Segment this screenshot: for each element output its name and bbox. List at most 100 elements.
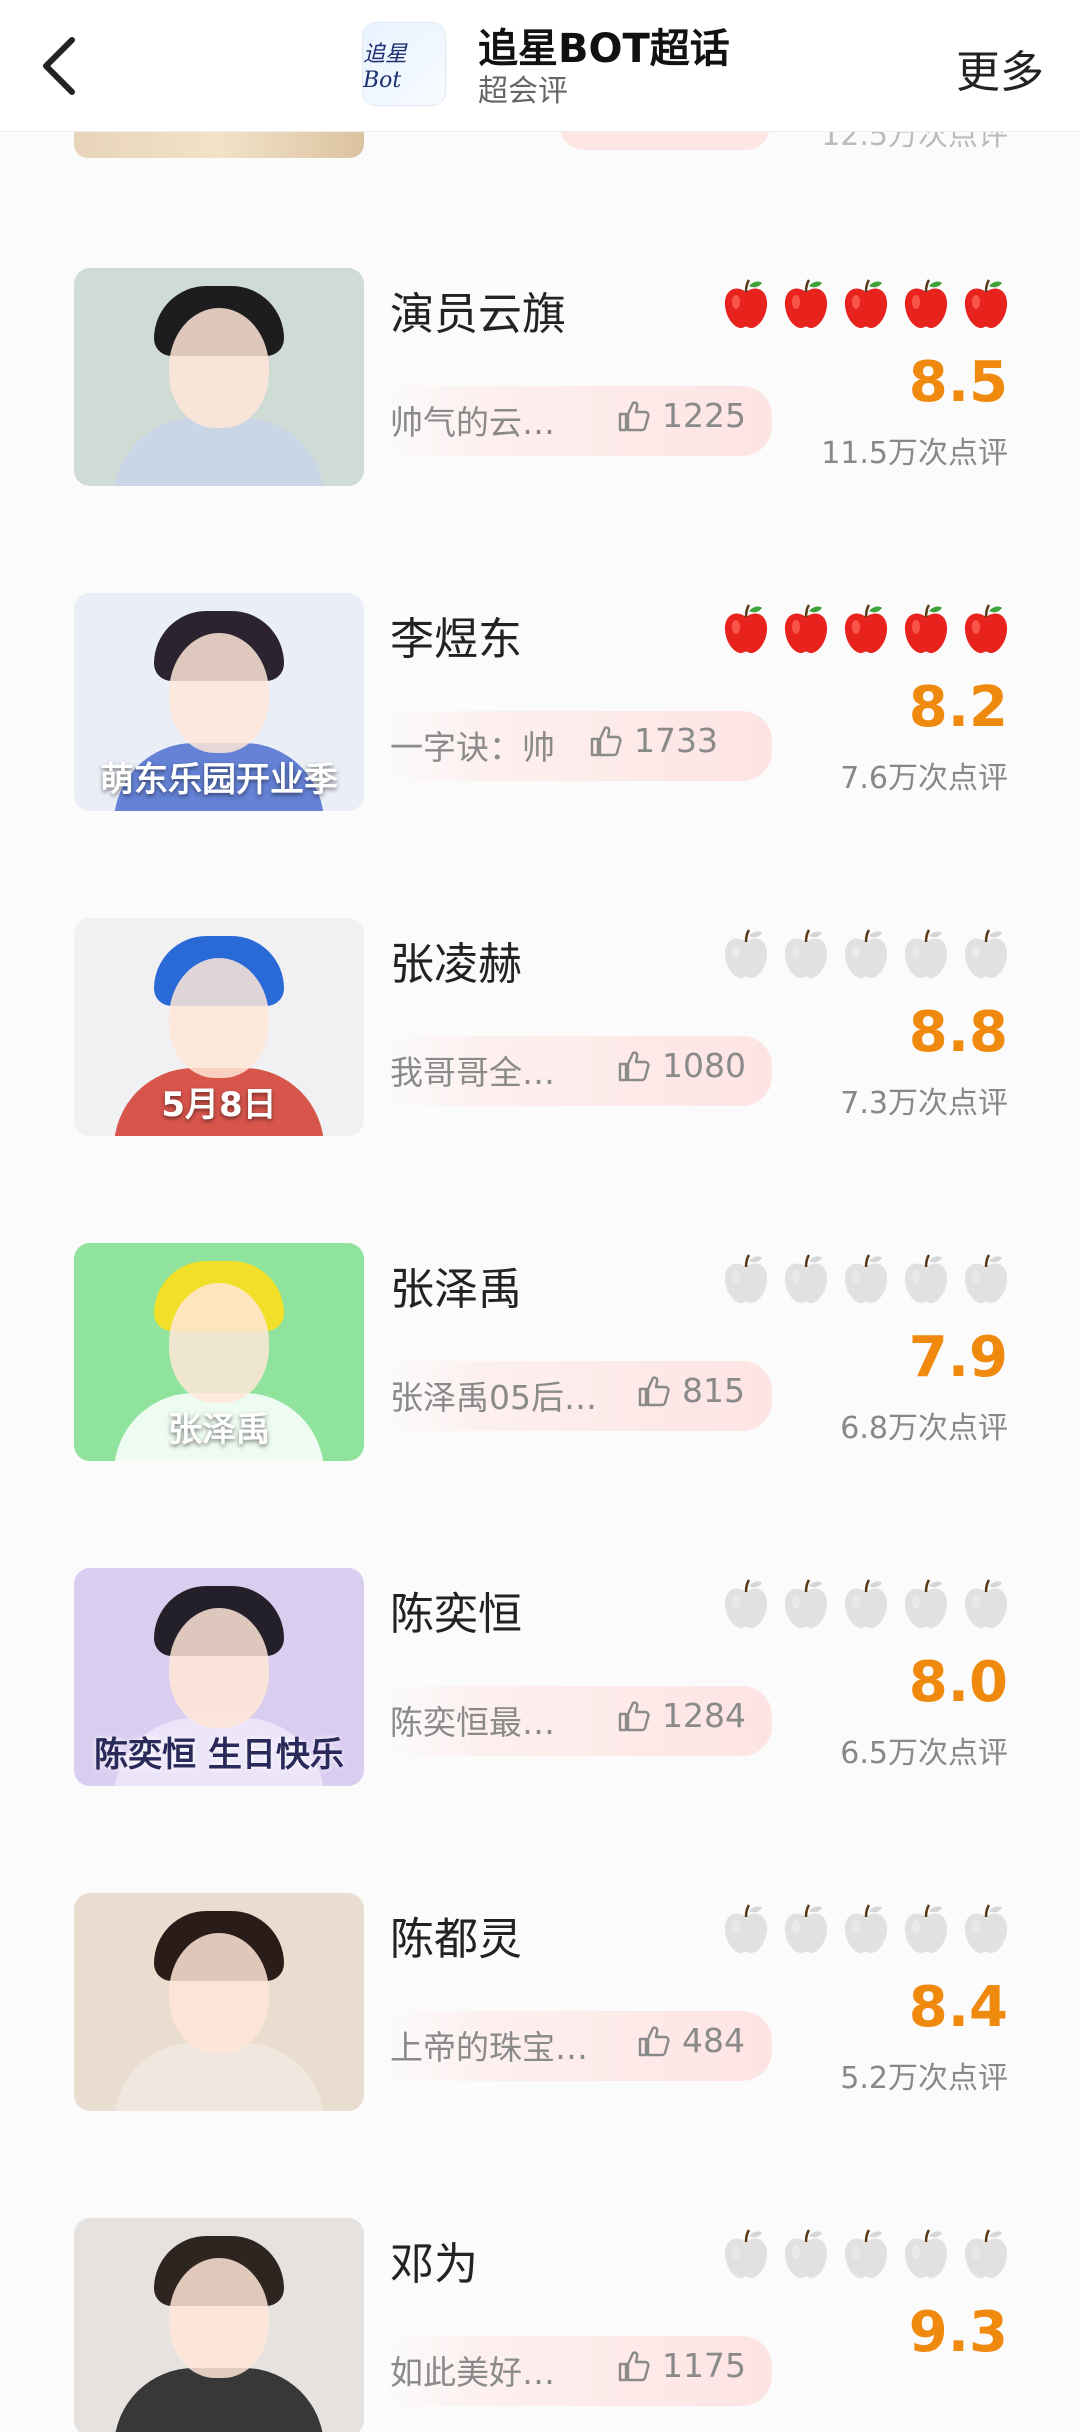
apple-filled-icon[interactable] — [842, 603, 890, 655]
thumbs-up-icon[interactable] — [634, 2022, 672, 2060]
rating-score: 8.2 — [908, 675, 1008, 740]
apple-empty-icon[interactable] — [722, 928, 770, 980]
like-group[interactable]: 815 — [634, 1371, 745, 1410]
apple-empty-icon[interactable] — [782, 1903, 830, 1955]
apple-rating[interactable] — [722, 2228, 1010, 2280]
back-button[interactable] — [30, 30, 90, 102]
more-button[interactable]: 更多 — [956, 36, 1044, 100]
rating-score: 8.5 — [908, 350, 1008, 415]
portrait-face — [169, 1283, 269, 1403]
apple-rating[interactable] — [722, 1578, 1010, 1630]
thumbs-up-icon[interactable] — [634, 1372, 672, 1410]
top-review-text: 帅气的云… — [390, 403, 555, 442]
review-count: 7.3万次点评 — [840, 1086, 1008, 1121]
apple-empty-icon[interactable] — [902, 2228, 950, 2280]
apple-empty-icon[interactable] — [902, 1253, 950, 1305]
apple-empty-icon[interactable] — [962, 1253, 1010, 1305]
apple-empty-icon[interactable] — [962, 2228, 1010, 2280]
list-item[interactable]: 萌东乐园开业季 李煜东 一字诀：帅 1733 8.2 7.6万次点评 — [0, 593, 1080, 813]
apple-empty-icon[interactable] — [782, 1253, 830, 1305]
list-item[interactable]: 演员云旗 帅气的云… 1225 8.5 11.5万次点评 — [0, 268, 1080, 488]
top-review-text: 陈奕恒最… — [390, 1703, 555, 1742]
celebrity-name: 张泽禹 — [390, 1264, 522, 1315]
thumbnail-image — [74, 268, 364, 486]
thumbs-up-icon[interactable] — [614, 397, 652, 435]
apple-empty-icon[interactable] — [782, 1578, 830, 1630]
apple-rating[interactable] — [722, 928, 1010, 980]
review-count: 5.2万次点评 — [840, 2061, 1008, 2096]
apple-rating[interactable] — [722, 278, 1010, 330]
like-group[interactable]: 1284 — [614, 1696, 746, 1735]
portrait-face — [169, 633, 269, 753]
apple-empty-icon[interactable] — [842, 928, 890, 980]
rating-score: 8.8 — [908, 1000, 1008, 1065]
apple-rating[interactable] — [722, 603, 1010, 655]
apple-rating[interactable] — [722, 1253, 1010, 1305]
portrait-face — [169, 308, 269, 428]
apple-filled-icon[interactable] — [962, 603, 1010, 655]
thumbs-up-icon[interactable] — [614, 1047, 652, 1085]
apple-empty-icon[interactable] — [902, 928, 950, 980]
portrait-face — [169, 1608, 269, 1728]
top-bar: 追星Bot 追星BOT超话 超会评 更多 — [0, 0, 1080, 132]
apple-empty-icon[interactable] — [842, 1253, 890, 1305]
thumbnail-image — [74, 1893, 364, 2111]
apple-empty-icon[interactable] — [842, 1903, 890, 1955]
apple-empty-icon[interactable] — [962, 928, 1010, 980]
apple-empty-icon[interactable] — [722, 1903, 770, 1955]
apple-empty-icon[interactable] — [902, 1903, 950, 1955]
apple-filled-icon[interactable] — [782, 603, 830, 655]
apple-empty-icon[interactable] — [962, 1903, 1010, 1955]
topic-logo: 追星Bot — [362, 22, 446, 106]
apple-filled-icon[interactable] — [902, 603, 950, 655]
rating-score: 8.4 — [908, 1975, 1008, 2040]
top-review-text: 我哥哥全… — [390, 1053, 555, 1092]
apple-filled-icon[interactable] — [902, 278, 950, 330]
like-count: 1175 — [662, 2346, 746, 2385]
thumbnail-image: 萌东乐园开业季 — [74, 593, 364, 811]
apple-filled-icon[interactable] — [842, 278, 890, 330]
celebrity-name: 李煜东 — [390, 614, 522, 665]
portrait-face — [169, 1933, 269, 2053]
apple-rating[interactable] — [722, 1903, 1010, 1955]
portrait-face — [169, 958, 269, 1078]
celebrity-name: 陈奕恒 — [390, 1589, 522, 1640]
apple-empty-icon[interactable] — [842, 1578, 890, 1630]
apple-empty-icon[interactable] — [842, 2228, 890, 2280]
apple-empty-icon[interactable] — [722, 1578, 770, 1630]
like-group[interactable]: 1080 — [614, 1046, 746, 1085]
apple-filled-icon[interactable] — [962, 278, 1010, 330]
like-count: 815 — [682, 1371, 745, 1410]
apple-empty-icon[interactable] — [782, 2228, 830, 2280]
list-item[interactable]: 5月8日 张凌赫 我哥哥全… 1080 8.8 7.3万次点评 — [0, 918, 1080, 1138]
list-item[interactable]: 邓为 如此美好… 1175 9.3 — [0, 2218, 1080, 2432]
portrait-body — [114, 418, 324, 486]
like-count: 1080 — [662, 1046, 746, 1085]
apple-empty-icon[interactable] — [782, 928, 830, 980]
apple-filled-icon[interactable] — [722, 603, 770, 655]
apple-empty-icon[interactable] — [722, 1253, 770, 1305]
list-item[interactable]: 陈奕恒 生日快乐 陈奕恒 陈奕恒最… 1284 8.0 6.5万次点评 — [0, 1568, 1080, 1788]
like-group[interactable]: 1175 — [614, 2346, 746, 2385]
apple-empty-icon[interactable] — [962, 1578, 1010, 1630]
thumbs-up-icon[interactable] — [614, 1697, 652, 1735]
review-count: 6.8万次点评 — [840, 1411, 1008, 1446]
apple-empty-icon[interactable] — [722, 2228, 770, 2280]
apple-filled-icon[interactable] — [722, 278, 770, 330]
like-group[interactable]: 1225 — [614, 396, 746, 435]
rating-score: 8.0 — [908, 1650, 1008, 1715]
like-group[interactable]: 1733 — [586, 721, 718, 760]
review-count: 7.6万次点评 — [840, 761, 1008, 796]
apple-filled-icon[interactable] — [782, 278, 830, 330]
thumbnail-image: 5月8日 — [74, 918, 364, 1136]
portrait-body — [114, 2043, 324, 2111]
thumbs-up-icon[interactable] — [614, 2347, 652, 2385]
list-item[interactable]: 陈都灵 上帝的珠宝… 484 8.4 5.2万次点评 — [0, 1893, 1080, 2113]
like-group[interactable]: 484 — [634, 2021, 745, 2060]
apple-empty-icon[interactable] — [902, 1578, 950, 1630]
like-count: 1733 — [634, 721, 718, 760]
list-item[interactable]: 张泽禹 张泽禹 张泽禹05后… 815 7.9 6.8万次点评 — [0, 1243, 1080, 1463]
rating-score: 7.9 — [908, 1325, 1008, 1390]
thumbs-up-icon[interactable] — [586, 722, 624, 760]
celebrity-name: 演员云旗 — [390, 289, 566, 340]
